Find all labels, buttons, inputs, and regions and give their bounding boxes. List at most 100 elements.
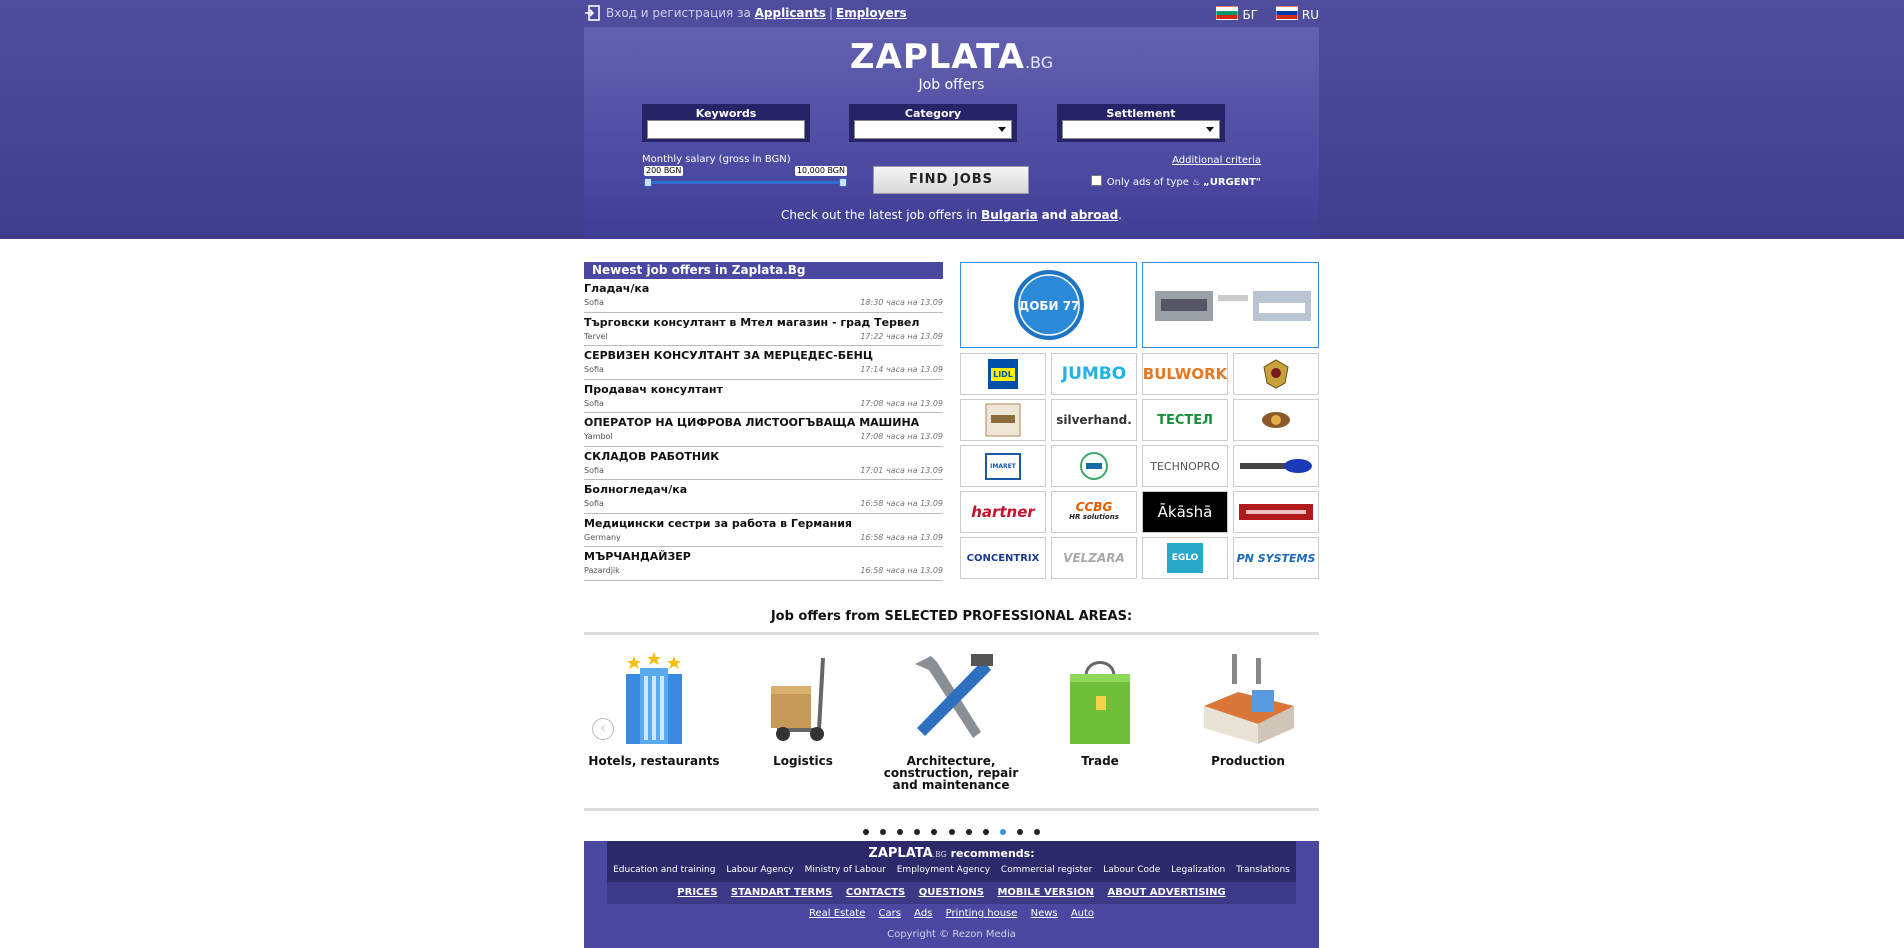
job-list-item[interactable]: Болногледач/ка Sofia 16:58 часа на 13.09 [584,480,943,514]
job-list-item[interactable]: Гладач/ка Sofia 18:30 часа на 13.09 [584,279,943,313]
carousel-dot[interactable] [1033,829,1040,835]
employer-logo-lidl[interactable]: LIDL [960,353,1046,395]
employer-logo-testel[interactable]: ТЕСТЕЛ [1142,399,1228,441]
employer-logo-blue-swoosh[interactable] [1233,445,1319,487]
carousel-dot[interactable] [914,829,921,835]
carousel-dot[interactable] [982,829,989,835]
recommend-link[interactable]: Employment Agency [897,865,990,875]
area-trade[interactable]: Trade [1030,650,1170,767]
recommend-link[interactable]: Translations [1236,865,1290,875]
carousel-dot[interactable] [948,829,955,835]
recommend-link[interactable]: Labour Code [1103,865,1160,875]
area-production[interactable]: Production [1178,650,1318,767]
job-time: 17:01 часа на 13.09 [860,465,943,475]
footer-link[interactable]: Printing house [946,908,1018,919]
employer-logo-concentrix[interactable]: CONCENTRIX [960,537,1046,579]
job-title[interactable]: Медицински сестри за работа в Германия [584,517,852,530]
crest-logo-icon [1263,359,1289,389]
employer-logo-aakasha[interactable]: Ākāshā [1142,491,1228,533]
footer-nav-questions[interactable]: QUESTIONS [919,887,984,898]
slider-min-handle[interactable] [644,178,652,187]
slider-max-handle[interactable] [839,178,847,187]
employer-logo-ccbg[interactable]: CCBG HR solutions [1051,491,1137,533]
copyright: Copyright © Rezon Media [887,929,1016,940]
employer-logo-emblem[interactable] [1233,399,1319,441]
job-list-item[interactable]: ОПЕРАТОР НА ЦИФРОВА ЛИСТООГЪВАЩА МАШИНА Y… [584,413,943,447]
recommend-link[interactable]: Labour Agency [726,865,793,875]
employer-logo-imaret[interactable]: IMARET [960,445,1046,487]
employer-logo-service[interactable] [1051,445,1137,487]
job-city: Sofia [584,365,604,374]
footer-nav-terms[interactable]: STANDART TERMS [731,887,832,898]
employer-logo-pnsystems[interactable]: PN SYSTEMS [1233,537,1319,579]
employers-link[interactable]: Employers [836,6,907,20]
job-list-item[interactable]: МЪРЧАНДАЙЗЕР Pazardjik 16:58 часа на 13.09 [584,547,943,581]
carousel-dot[interactable] [863,829,870,835]
employer-logo-bulwork[interactable]: BULWORK [1142,353,1228,395]
job-title[interactable]: МЪРЧАНДАЙЗЕР [584,550,691,563]
footer-link[interactable]: Real Estate [809,908,865,919]
footer-nav-contacts[interactable]: CONTACTS [846,887,905,898]
urgent-filter[interactable]: Only ads of type ♨ „URGENT" [1090,175,1261,188]
carousel-dot[interactable] [965,829,972,835]
job-title[interactable]: Болногледач/ка [584,483,687,496]
find-jobs-button[interactable]: FIND JOBS [873,166,1029,194]
carousel-dot[interactable] [880,829,887,835]
employer-logo-hartner[interactable]: hartner [960,491,1046,533]
area-architecture-construction[interactable]: Architecture, construction, repair and m… [881,650,1021,791]
employer-logo-dobi77[interactable]: ДОБИ 77 [960,262,1137,348]
keywords-input[interactable] [647,120,805,139]
employer-logo-velzara[interactable]: VELZARA [1051,537,1137,579]
carousel-dot[interactable] [931,829,938,835]
employer-logo-premium[interactable] [960,399,1046,441]
job-title[interactable]: СКЛАДОВ РАБОТНИК [584,450,719,463]
recommend-link[interactable]: Ministry of Labour [805,865,886,875]
salary-slider[interactable]: 200 BGN 10,000 BGN [644,166,847,187]
urgent-checkbox[interactable] [1090,175,1102,186]
additional-criteria-link[interactable]: Additional criteria [1172,155,1261,166]
recommend-link[interactable]: Education and training [613,865,715,875]
employer-logo-red-banner[interactable] [1233,491,1319,533]
carousel-dot-active[interactable] [999,829,1006,835]
job-title[interactable]: Търговски консултант в Мтел магазин - гр… [584,316,919,329]
applicants-link[interactable]: Applicants [755,6,826,20]
employer-logo-technopro[interactable]: TECHNOPRO [1142,445,1228,487]
job-title[interactable]: Продавач консултант [584,383,723,396]
carousel-dot[interactable] [897,829,904,835]
job-list-item[interactable]: Продавач консултант Sofia 17:08 часа на 13… [584,380,943,413]
recommend-link[interactable]: Commercial register [1001,865,1092,875]
employer-logo-crest[interactable] [1233,353,1319,395]
job-list-item[interactable]: Търговски консултант в Мтел магазин - гр… [584,313,943,346]
footer-link[interactable]: Cars [879,908,901,919]
area-logistics[interactable]: Logistics [733,650,873,767]
footer-link[interactable]: Ads [914,908,932,919]
footer-nav-mobile[interactable]: MOBILE VERSION [997,887,1094,898]
lang-ru[interactable]: RU [1275,6,1319,22]
category-select[interactable] [854,120,1012,139]
job-list-item[interactable]: Медицински сестри за работа в Германия Ge… [584,514,943,547]
footer-nav-prices[interactable]: PRICES [677,887,717,898]
job-title[interactable]: Гладач/ка [584,282,649,295]
latest-suffix: . [1118,208,1122,222]
footer-nav-advertising[interactable]: ABOUT ADVERTISING [1108,887,1226,898]
employer-logo-silverhand[interactable]: silverhand. [1051,399,1137,441]
abroad-link[interactable]: abroad [1071,208,1119,222]
employer-logo-cars[interactable] [1142,262,1319,348]
top-bar: Вход и регистрация за Applicants | Employe… [584,0,1319,26]
job-list-item[interactable]: СЕРВИЗЕН КОНСУЛТАНТ ЗА МЕРЦЕДЕС-БЕНЦ Sofi… [584,346,943,380]
site-logo[interactable]: ZAPLATA.BG [584,37,1319,77]
area-hotels-restaurants[interactable]: Hotels, restaurants [584,650,724,767]
employer-logo-jumbo[interactable]: JUMBO [1051,353,1137,395]
employer-logo-eglo[interactable]: EGLO [1142,537,1228,579]
bulgaria-link[interactable]: Bulgaria [981,208,1038,222]
footer-links: Real Estate Cars Ads Printing house News… [584,908,1319,919]
settlement-select[interactable] [1062,120,1220,139]
job-title[interactable]: СЕРВИЗЕН КОНСУЛТАНТ ЗА МЕРЦЕДЕС-БЕНЦ [584,349,873,362]
footer-link[interactable]: Auto [1071,908,1094,919]
lang-bg[interactable]: БГ [1216,6,1258,22]
recommend-link[interactable]: Legalization [1171,865,1225,875]
footer-link[interactable]: News [1031,908,1058,919]
job-list-item[interactable]: СКЛАДОВ РАБОТНИК Sofia 17:01 часа на 13.09 [584,447,943,480]
job-title[interactable]: ОПЕРАТОР НА ЦИФРОВА ЛИСТООГЪВАЩА МАШИНА [584,416,919,429]
carousel-dot[interactable] [1016,829,1023,835]
